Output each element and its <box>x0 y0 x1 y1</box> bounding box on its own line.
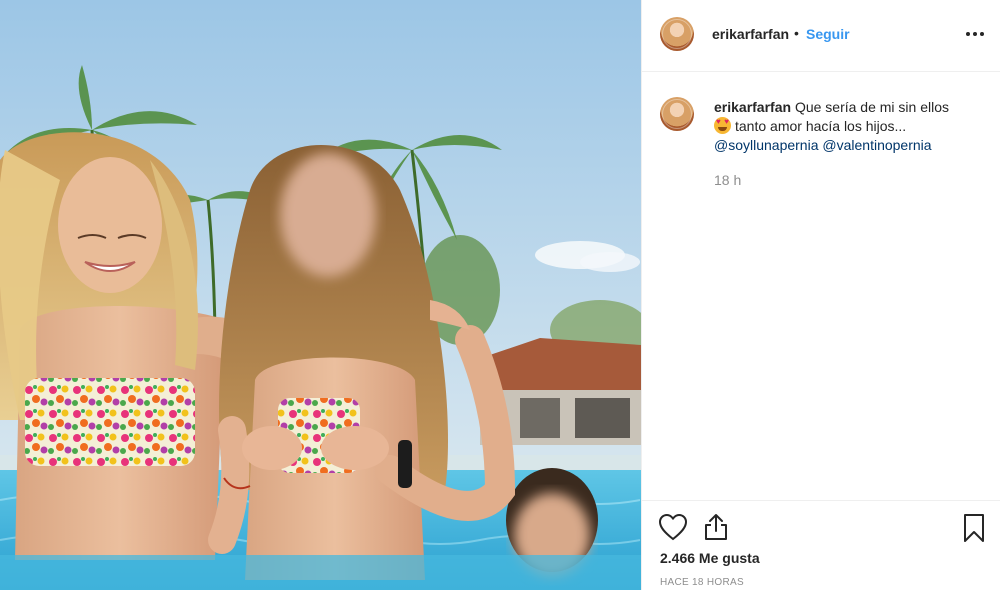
post-side-panel: erikarfarfan • Seguir erikarfarfan Que s… <box>641 0 1000 590</box>
caption-line-2: tanto amor hacía los hijos... <box>735 118 907 134</box>
caption-username[interactable]: erikarfarfan <box>714 99 791 115</box>
likes-count[interactable]: 2.466 Me gusta <box>660 550 760 566</box>
caption-line-1: Que sería de mi sin ellos <box>794 99 950 115</box>
bookmark-icon[interactable] <box>960 513 988 543</box>
follow-button[interactable]: Seguir <box>806 26 850 42</box>
post-actions: 2.466 Me gusta HACE 18 HORAS <box>642 500 1000 590</box>
caption-avatar[interactable] <box>660 97 694 131</box>
pool-scene-image <box>0 0 641 590</box>
share-icon[interactable] <box>702 512 730 542</box>
caption-relative-time[interactable]: 18 h <box>714 172 741 188</box>
author-username[interactable]: erikarfarfan <box>712 26 789 42</box>
caption-text: erikarfarfan Que sería de mi sin ellos t… <box>714 98 984 155</box>
post-photo[interactable] <box>0 0 641 590</box>
separator-dot: • <box>794 25 799 41</box>
mention-link[interactable]: @valentinopernia <box>822 137 931 153</box>
mention-link[interactable]: @soyllunapernia <box>714 137 819 153</box>
post-timestamp[interactable]: HACE 18 HORAS <box>660 577 744 588</box>
heart-icon[interactable] <box>658 513 688 541</box>
heart-eyes-emoji <box>714 117 731 134</box>
more-options-icon[interactable] <box>963 24 987 44</box>
post-header: erikarfarfan • Seguir <box>642 0 1000 72</box>
author-avatar[interactable] <box>660 17 694 51</box>
